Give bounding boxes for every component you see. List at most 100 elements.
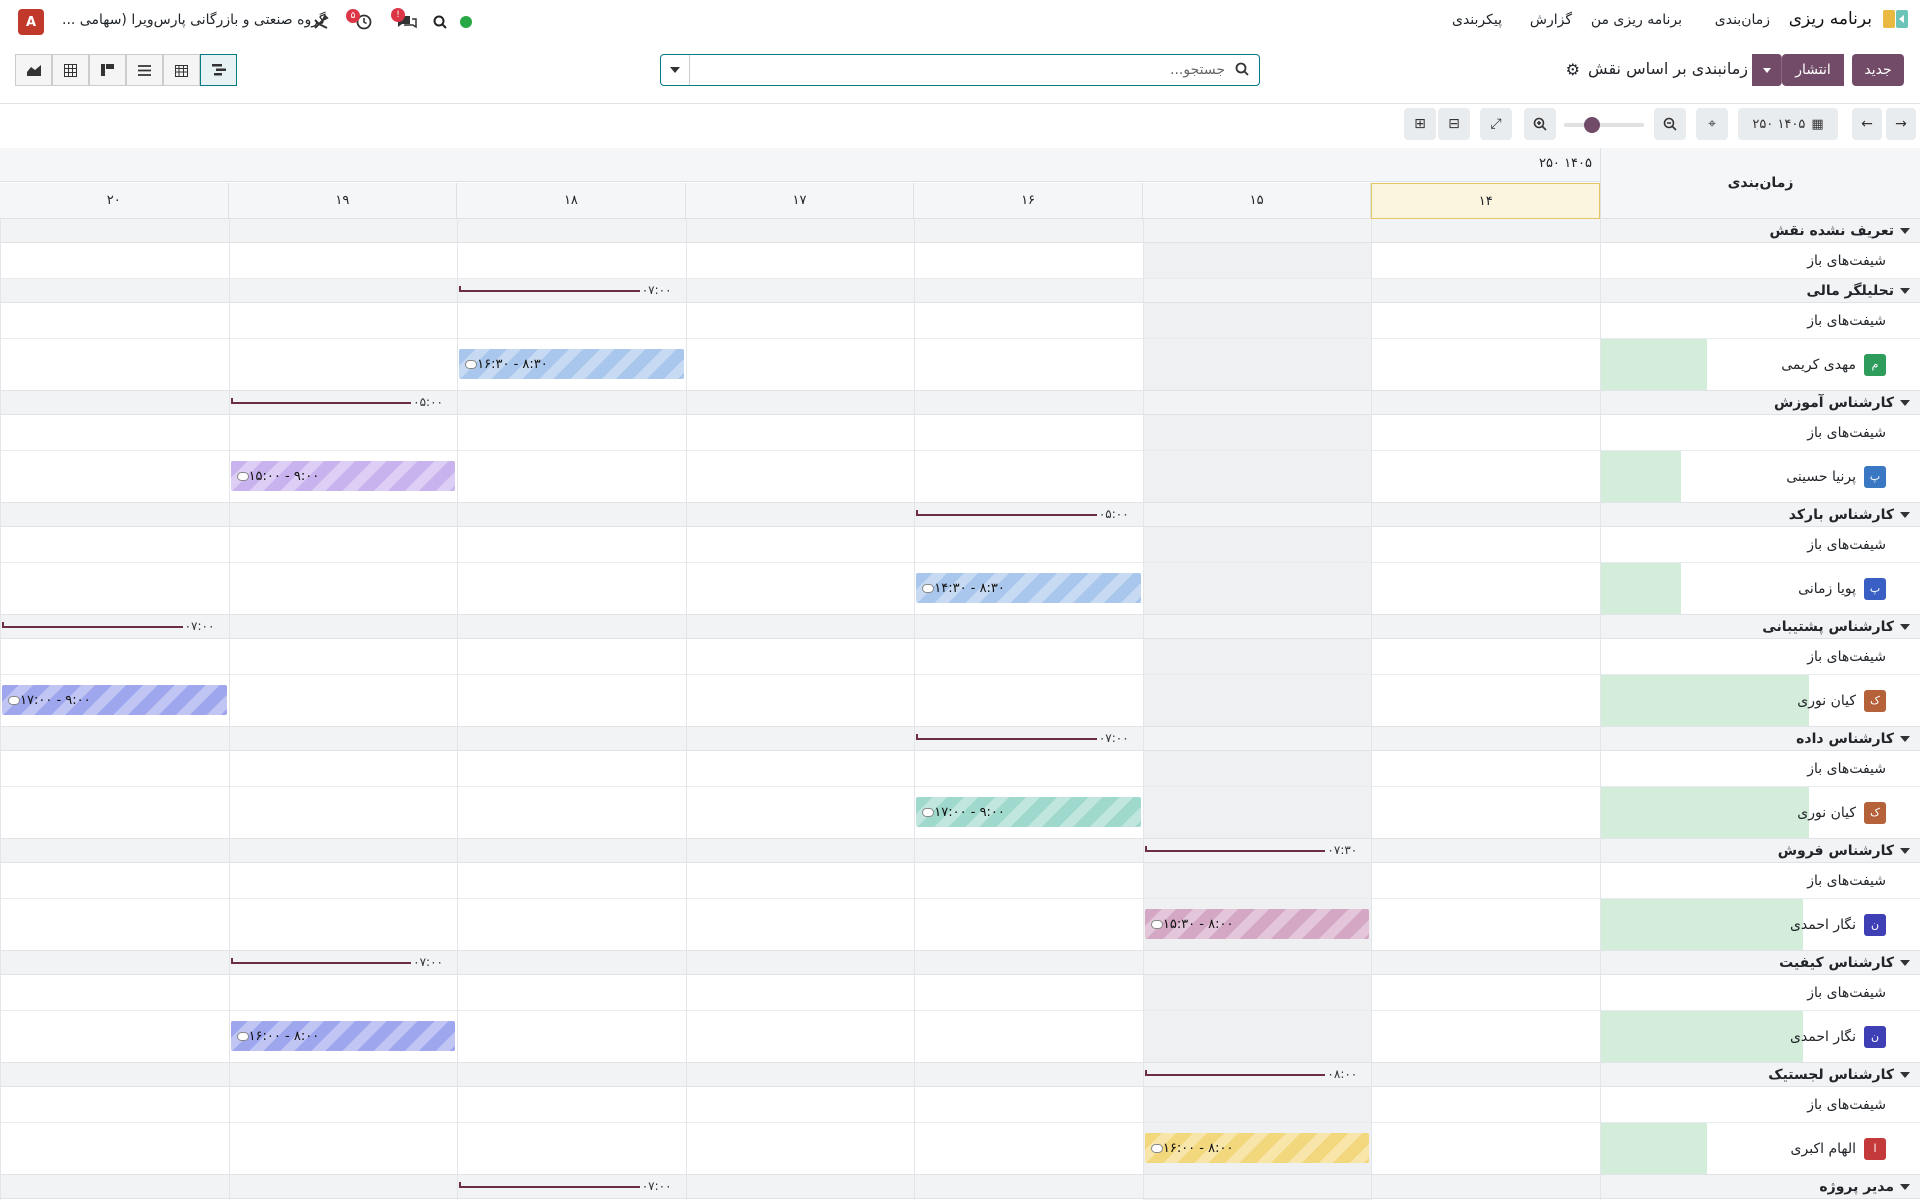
role-group-row[interactable]: کارشناس داده ۰۷:۰۰: [0, 727, 1920, 751]
zoom-slider[interactable]: [1564, 117, 1644, 133]
role-group-row[interactable]: کارشناس پشتیبانی ۰۷:۰۰: [0, 615, 1920, 639]
shift-pill[interactable]: ۸:۳۰ - ۱۶:۳۰: [459, 349, 684, 379]
shift-pill[interactable]: ۸:۰۰ - ۱۶:۰۰: [230, 1021, 456, 1051]
publish-button[interactable]: انتشار: [1782, 54, 1844, 86]
resource-avatar: پ: [1864, 577, 1886, 600]
user-avatar[interactable]: A: [18, 9, 44, 35]
period-label: ۱۴۰۵ ۲۵۰: [1752, 116, 1806, 132]
zoom-out-button[interactable]: [1654, 108, 1686, 140]
search-icon[interactable]: [432, 13, 448, 31]
view-kanban-button[interactable]: [89, 54, 126, 86]
caret-down-icon[interactable]: [1900, 399, 1910, 406]
role-group-row[interactable]: تعریف نشده نقش: [0, 219, 1920, 243]
zoom-in-button[interactable]: [1524, 108, 1556, 140]
role-name: تحلیلگر مالی: [1806, 282, 1894, 299]
area-chart-icon: [26, 65, 41, 76]
status-online-icon: [459, 13, 473, 31]
role-group-row[interactable]: کارشناس لجستیک ۰۸:۰۰: [0, 1063, 1920, 1087]
caret-down-icon[interactable]: [1900, 227, 1910, 234]
zoom-slider-handle[interactable]: [1584, 117, 1600, 133]
caret-down-icon[interactable]: [1900, 1071, 1910, 1078]
role-group-label[interactable]: کارشناس پشتیبانی: [1600, 615, 1920, 638]
caret-down-icon[interactable]: [1900, 511, 1910, 518]
caret-down-icon[interactable]: [1900, 1183, 1910, 1190]
shift-pill[interactable]: ۸:۰۰ - ۱۶:۰۰: [1144, 1133, 1370, 1163]
menu-reporting[interactable]: گزارش: [1530, 12, 1572, 28]
app-brand[interactable]: برنامه ریزی: [1789, 8, 1908, 30]
next-period-button[interactable]: →: [1886, 108, 1916, 140]
open-shifts-row[interactable]: شیفت‌های باز: [0, 639, 1920, 675]
menu-my-planning[interactable]: برنامه ریزی من: [1591, 12, 1682, 28]
open-shifts-row[interactable]: شیفت‌های باز: [0, 975, 1920, 1011]
resource-row[interactable]: پ پویا زمانی ۸:۳۰ - ۱۴:۳۰: [0, 563, 1920, 615]
resource-row[interactable]: ن نگار احمدی ۸:۰۰ - ۱۶:۰۰: [0, 1011, 1920, 1063]
resource-row[interactable]: م مهدی کریمی ۸:۳۰ - ۱۶:۳۰: [0, 339, 1920, 391]
view-list-button[interactable]: [126, 54, 163, 86]
shift-pill[interactable]: ۹:۰۰ - ۱۵:۰۰: [230, 461, 456, 491]
caret-down-icon[interactable]: [1900, 287, 1910, 294]
role-group-label[interactable]: کارشناس بارکد: [1600, 503, 1920, 526]
open-shifts-row[interactable]: شیفت‌های باز: [0, 243, 1920, 279]
open-hours-label: ۰۷:۰۰: [641, 1179, 672, 1193]
menu-configuration[interactable]: پیکربندی: [1452, 12, 1502, 28]
view-pivot-button[interactable]: [52, 54, 89, 86]
role-group-row[interactable]: کارشناس آموزش ۰۵:۰۰: [0, 391, 1920, 415]
company-switcher[interactable]: گروه صنعتی و بازرگانی پارس‌ویرا (سهامی .…: [62, 12, 326, 28]
resource-row[interactable]: ن نگار احمدی ۸:۰۰ - ۱۵:۳۰: [0, 899, 1920, 951]
expand-rows-button[interactable]: ⊞: [1404, 108, 1436, 140]
prev-period-button[interactable]: ←: [1852, 108, 1882, 140]
open-shifts-row[interactable]: شیفت‌های باز: [0, 1087, 1920, 1123]
shift-pill[interactable]: ۸:۰۰ - ۱۵:۳۰: [1144, 909, 1370, 939]
role-group-label[interactable]: کارشناس داده: [1600, 727, 1920, 750]
role-group-label[interactable]: کارشناس آموزش: [1600, 391, 1920, 414]
tools-icon[interactable]: [312, 13, 330, 31]
role-group-row[interactable]: مدیر پروژه ۰۷:۰۰: [0, 1175, 1920, 1199]
view-gantt-button[interactable]: [200, 54, 237, 86]
gear-icon[interactable]: ⚙: [1566, 60, 1580, 79]
open-shifts-row[interactable]: شیفت‌های باز: [0, 751, 1920, 787]
open-shifts-row[interactable]: شیفت‌های باز: [0, 527, 1920, 563]
search-bar[interactable]: جستجو...: [660, 54, 1260, 86]
role-group-row[interactable]: تحلیلگر مالی ۰۷:۰۰: [0, 279, 1920, 303]
role-group-label[interactable]: تحلیلگر مالی: [1600, 279, 1920, 302]
publish-dropdown-toggle[interactable]: [1752, 54, 1782, 86]
search-options-toggle[interactable]: [661, 55, 690, 85]
shift-pill[interactable]: ۹:۰۰ - ۱۷:۰۰: [2, 685, 227, 715]
role-group-row[interactable]: کارشناس فروش ۰۷:۳۰: [0, 839, 1920, 863]
view-graph-button[interactable]: [15, 54, 52, 86]
open-shifts-row[interactable]: شیفت‌های باز: [0, 303, 1920, 339]
caret-down-icon[interactable]: [1900, 847, 1910, 854]
shift-pill[interactable]: ۸:۳۰ - ۱۴:۳۰: [916, 573, 1141, 603]
role-group-row[interactable]: کارشناس بارکد ۰۵:۰۰: [0, 503, 1920, 527]
role-group-label[interactable]: مدیر پروژه: [1600, 1175, 1920, 1198]
focus-today-button[interactable]: ⌖: [1696, 108, 1728, 140]
menu-schedule[interactable]: زمان‌بندی: [1715, 12, 1770, 28]
view-calendar-button[interactable]: [163, 54, 200, 86]
resource-row[interactable]: پ پرنیا حسینی ۹:۰۰ - ۱۵:۰۰: [0, 451, 1920, 503]
resource-row[interactable]: ک کیان نوری ۹:۰۰ - ۱۷:۰۰: [0, 675, 1920, 727]
period-picker[interactable]: ▦ ۱۴۰۵ ۲۵۰: [1738, 108, 1838, 140]
caret-down-icon[interactable]: [1900, 623, 1910, 630]
search-input[interactable]: جستجو...: [1170, 62, 1225, 78]
expand-button[interactable]: ⤢: [1480, 108, 1512, 140]
resource-label: ک کیان نوری: [1600, 675, 1920, 726]
caret-down-icon[interactable]: [1900, 959, 1910, 966]
day-header-2: ۱۶: [914, 183, 1143, 219]
activity-clock-icon[interactable]: ۵: [346, 9, 374, 31]
resource-row[interactable]: ا الهام اکبری ۸:۰۰ - ۱۶:۰۰: [0, 1123, 1920, 1175]
caret-down-icon: [1762, 67, 1771, 73]
caret-down-icon[interactable]: [1900, 735, 1910, 742]
resource-row[interactable]: ک کیان نوری ۹:۰۰ - ۱۷:۰۰: [0, 787, 1920, 839]
shift-time: ۹:۰۰ - ۱۷:۰۰: [934, 804, 1005, 820]
open-shifts-row[interactable]: شیفت‌های باز: [0, 863, 1920, 899]
role-group-label[interactable]: کارشناس فروش: [1600, 839, 1920, 862]
role-group-label[interactable]: تعریف نشده نقش: [1600, 219, 1920, 242]
role-group-label[interactable]: کارشناس کیفیت: [1600, 951, 1920, 974]
messages-icon[interactable]: !: [391, 8, 419, 31]
new-button[interactable]: جدید: [1852, 54, 1904, 86]
open-shifts-row[interactable]: شیفت‌های باز: [0, 415, 1920, 451]
shift-pill[interactable]: ۹:۰۰ - ۱۷:۰۰: [916, 797, 1141, 827]
role-group-row[interactable]: کارشناس کیفیت ۰۷:۰۰: [0, 951, 1920, 975]
role-group-label[interactable]: کارشناس لجستیک: [1600, 1063, 1920, 1086]
collapse-rows-button[interactable]: ⊟: [1438, 108, 1470, 140]
